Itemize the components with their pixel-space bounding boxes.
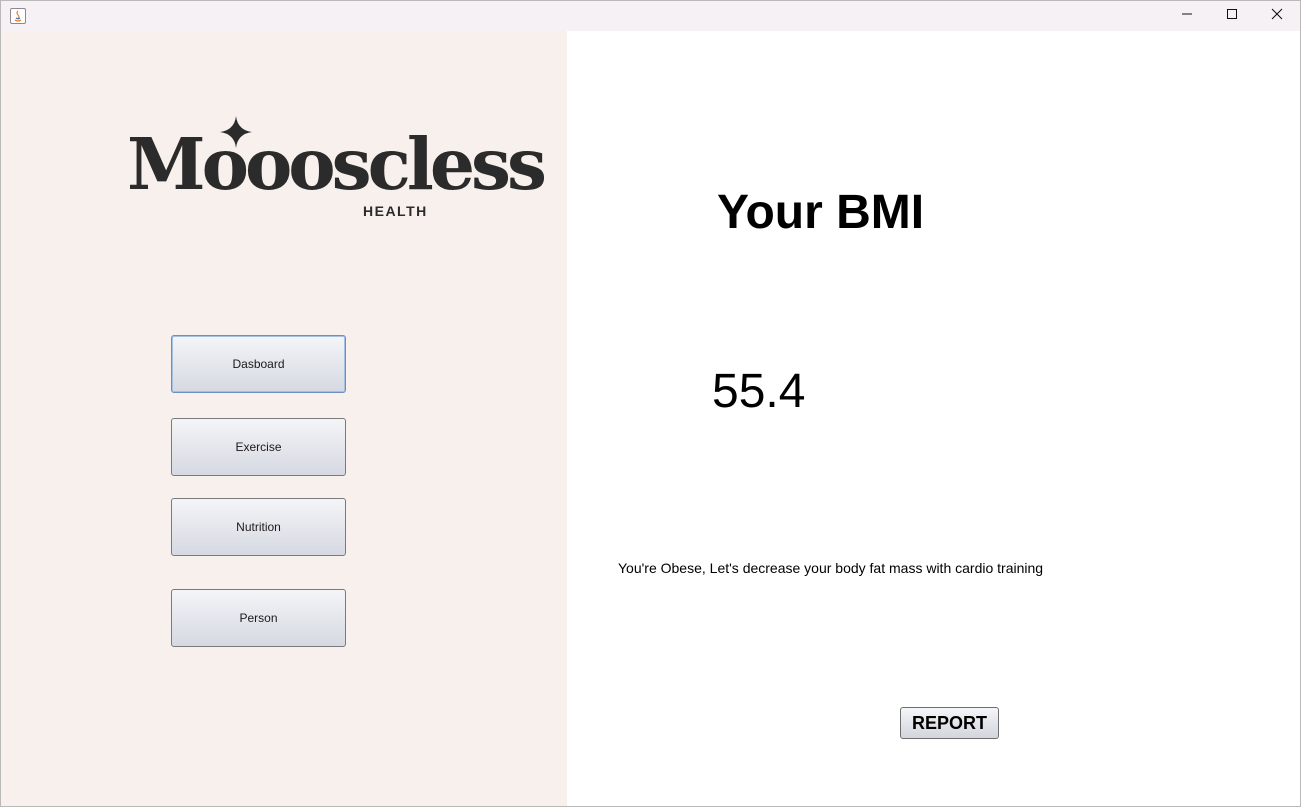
title-bar[interactable] xyxy=(1,1,1300,31)
nav-person-button[interactable]: Person xyxy=(171,589,346,647)
java-app-icon xyxy=(10,8,26,24)
minimize-icon xyxy=(1181,7,1193,25)
page-title: Your BMI xyxy=(717,186,925,239)
brand-logo: Moooscless HEALTH xyxy=(127,115,547,225)
sidebar: Moooscless HEALTH Dasboard Exercise Nutr… xyxy=(1,31,567,806)
bmi-message: You're Obese, Let's decrease your body f… xyxy=(618,560,1044,576)
minimize-button[interactable] xyxy=(1164,1,1210,31)
report-button[interactable]: REPORT xyxy=(900,707,999,739)
close-button[interactable] xyxy=(1254,1,1300,31)
app-window: Moooscless HEALTH Dasboard Exercise Nutr… xyxy=(0,0,1301,807)
close-icon xyxy=(1271,7,1283,25)
maximize-button[interactable] xyxy=(1209,1,1255,31)
nav-dashboard-button[interactable]: Dasboard xyxy=(171,335,346,393)
bmi-panel: Your BMI 55.4 You're Obese, Let's decrea… xyxy=(567,31,1300,806)
bmi-value: 55.4 xyxy=(712,365,806,418)
nav-nutrition-button[interactable]: Nutrition xyxy=(171,498,346,556)
maximize-icon xyxy=(1226,7,1238,25)
logo-tagline: HEALTH xyxy=(363,203,428,219)
logo-wordmark: Moooscless xyxy=(127,122,547,206)
nav-exercise-button[interactable]: Exercise xyxy=(171,418,346,476)
